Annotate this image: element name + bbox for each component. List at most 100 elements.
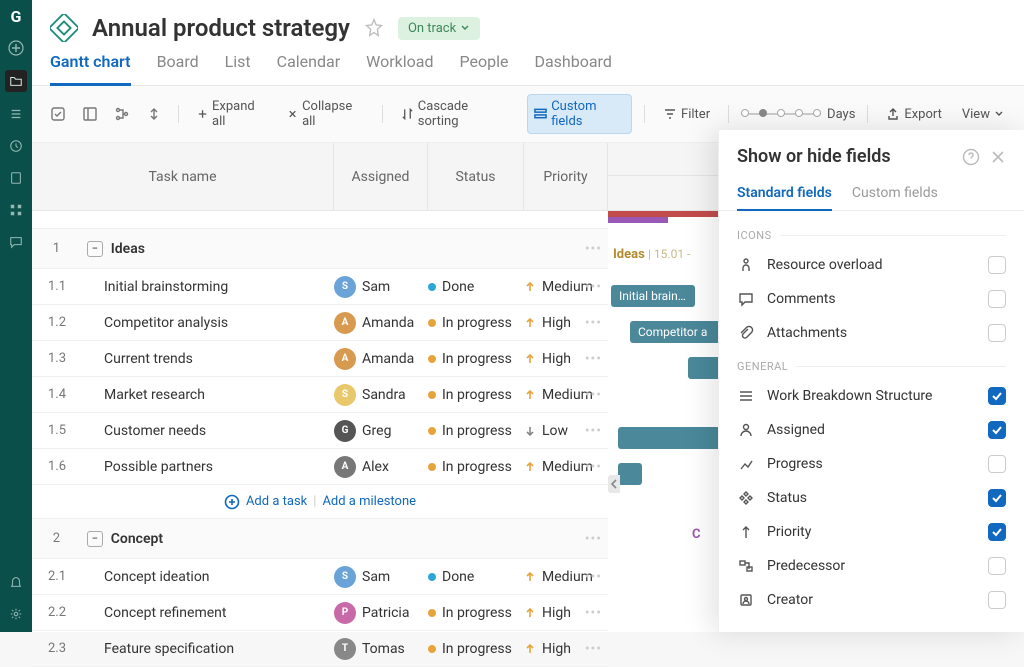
task-row[interactable]: 1.1 Initial brainstorming S Sam Done Med… bbox=[32, 269, 608, 305]
indent-icon[interactable] bbox=[142, 104, 166, 124]
add-icon[interactable] bbox=[6, 38, 26, 58]
row-menu-icon[interactable]: ••• bbox=[585, 241, 602, 257]
tab-calendar[interactable]: Calendar bbox=[277, 52, 340, 85]
assigned-cell[interactable]: A Alex bbox=[334, 456, 428, 478]
filter-button[interactable]: Filter bbox=[657, 103, 716, 126]
zoom-slider[interactable]: Days bbox=[741, 107, 855, 122]
status-cell[interactable]: In progress bbox=[428, 351, 524, 367]
column-task-name[interactable]: Task name bbox=[32, 143, 334, 210]
gantt-bar-initial-brainstorming[interactable]: Initial brain… bbox=[611, 285, 695, 307]
row-menu-icon[interactable]: ••• bbox=[585, 605, 602, 621]
assigned-cell[interactable]: P Patricia bbox=[334, 602, 428, 624]
collapse-toggle[interactable]: − bbox=[87, 531, 103, 547]
assigned-cell[interactable]: S Sam bbox=[334, 276, 428, 298]
row-menu-icon[interactable]: ••• bbox=[585, 531, 602, 547]
group-row[interactable]: 1 − Ideas ••• bbox=[32, 229, 608, 269]
export-button[interactable]: Export bbox=[880, 103, 948, 126]
task-row[interactable]: 1.3 Current trends A Amanda In progress … bbox=[32, 341, 608, 377]
assigned-cell[interactable]: S Sam bbox=[334, 566, 428, 588]
row-menu-icon[interactable]: ••• bbox=[585, 423, 602, 439]
tab-people[interactable]: People bbox=[460, 52, 509, 85]
status-cell[interactable]: In progress bbox=[428, 605, 524, 621]
gantt-scroll-left[interactable] bbox=[608, 475, 620, 493]
assigned-cell[interactable]: T Tomas bbox=[334, 638, 428, 660]
column-priority[interactable]: Priority + bbox=[524, 143, 608, 210]
gantt-summary-concept[interactable] bbox=[608, 217, 668, 223]
tab-gantt-chart[interactable]: Gantt chart bbox=[50, 52, 131, 86]
task-panel-icon[interactable] bbox=[78, 104, 102, 124]
status-cell[interactable]: In progress bbox=[428, 387, 524, 403]
cascade-sorting-button[interactable]: Cascade sorting bbox=[395, 95, 511, 133]
row-menu-icon[interactable]: ••• bbox=[585, 279, 602, 295]
row-menu-icon[interactable]: ••• bbox=[585, 351, 602, 367]
panel-tab-standard[interactable]: Standard fields bbox=[737, 177, 832, 211]
status-cell[interactable]: In progress bbox=[428, 641, 524, 657]
grid-icon[interactable] bbox=[6, 200, 26, 220]
task-row[interactable]: 1.2 Competitor analysis A Amanda In prog… bbox=[32, 305, 608, 341]
field-checkbox[interactable] bbox=[988, 324, 1006, 342]
hierarchy-icon[interactable] bbox=[110, 104, 134, 124]
clock-icon[interactable] bbox=[6, 136, 26, 156]
assigned-cell[interactable]: S Sandra bbox=[334, 384, 428, 406]
tab-workload[interactable]: Workload bbox=[366, 52, 433, 85]
help-icon[interactable] bbox=[962, 148, 980, 166]
folder-icon[interactable] bbox=[5, 70, 27, 92]
panel-tab-custom[interactable]: Custom fields bbox=[852, 177, 938, 210]
column-status[interactable]: Status bbox=[428, 143, 524, 210]
task-row[interactable]: 1.4 Market research S Sandra In progress… bbox=[32, 377, 608, 413]
assigned-cell[interactable]: G Greg bbox=[334, 420, 428, 442]
close-icon[interactable] bbox=[990, 149, 1006, 165]
task-row[interactable]: 2.2 Concept refinement P Patricia In pro… bbox=[32, 595, 608, 631]
add-task-link[interactable]: Add a task bbox=[246, 494, 307, 509]
field-checkbox[interactable] bbox=[988, 387, 1006, 405]
field-checkbox[interactable] bbox=[988, 489, 1006, 507]
tab-board[interactable]: Board bbox=[157, 52, 199, 85]
column-assigned[interactable]: Assigned bbox=[334, 143, 428, 210]
field-checkbox[interactable] bbox=[988, 523, 1006, 541]
list-icon[interactable] bbox=[6, 104, 26, 124]
collapse-toggle[interactable]: − bbox=[87, 241, 103, 257]
row-menu-icon[interactable]: ••• bbox=[585, 459, 602, 475]
collapse-all-button[interactable]: Collapse all bbox=[281, 95, 370, 133]
tab-dashboard[interactable]: Dashboard bbox=[534, 52, 611, 85]
row-menu-icon[interactable]: ••• bbox=[585, 315, 602, 331]
status-cell[interactable]: Done bbox=[428, 279, 524, 295]
status-cell[interactable]: In progress bbox=[428, 423, 524, 439]
field-checkbox[interactable] bbox=[988, 290, 1006, 308]
bell-icon[interactable] bbox=[6, 572, 26, 592]
status-dot-icon bbox=[428, 319, 436, 327]
view-menu-button[interactable]: View bbox=[956, 103, 1010, 126]
row-menu-icon[interactable]: ••• bbox=[585, 641, 602, 657]
expand-all-button[interactable]: Expand all bbox=[191, 95, 273, 133]
export-icon bbox=[886, 107, 900, 121]
custom-fields-button[interactable]: Custom fields bbox=[527, 94, 632, 134]
field-checkbox[interactable] bbox=[988, 455, 1006, 473]
task-row[interactable]: 2.1 Concept ideation S Sam Done Medium •… bbox=[32, 559, 608, 595]
expand-icon bbox=[197, 108, 208, 120]
add-milestone-link[interactable]: Add a milestone bbox=[322, 494, 416, 509]
row-menu-icon[interactable]: ••• bbox=[585, 387, 602, 403]
avatar: A bbox=[334, 456, 356, 478]
field-checkbox[interactable] bbox=[988, 421, 1006, 439]
field-checkbox[interactable] bbox=[988, 557, 1006, 575]
assigned-cell[interactable]: A Amanda bbox=[334, 312, 428, 334]
gantt-bar-possible-partners[interactable] bbox=[618, 463, 642, 485]
status-cell[interactable]: In progress bbox=[428, 315, 524, 331]
star-icon[interactable] bbox=[364, 18, 384, 38]
task-row[interactable]: 1.5 Customer needs G Greg In progress Lo… bbox=[32, 413, 608, 449]
task-row[interactable]: 2.3 Feature specification T Tomas In pro… bbox=[32, 631, 608, 667]
assigned-cell[interactable]: A Amanda bbox=[334, 348, 428, 370]
gear-icon[interactable] bbox=[6, 604, 26, 624]
page-icon[interactable] bbox=[6, 168, 26, 188]
select-all-icon[interactable] bbox=[46, 104, 70, 124]
chat-icon[interactable] bbox=[6, 232, 26, 252]
task-row[interactable]: 1.6 Possible partners A Alex In progress… bbox=[32, 449, 608, 485]
status-cell[interactable]: Done bbox=[428, 569, 524, 585]
tab-list[interactable]: List bbox=[225, 52, 251, 85]
project-status-chip[interactable]: On track bbox=[398, 17, 480, 40]
field-checkbox[interactable] bbox=[988, 591, 1006, 609]
field-checkbox[interactable] bbox=[988, 256, 1006, 274]
group-row[interactable]: 2 − Concept ••• bbox=[32, 519, 608, 559]
row-menu-icon[interactable]: ••• bbox=[585, 569, 602, 585]
status-cell[interactable]: In progress bbox=[428, 459, 524, 475]
